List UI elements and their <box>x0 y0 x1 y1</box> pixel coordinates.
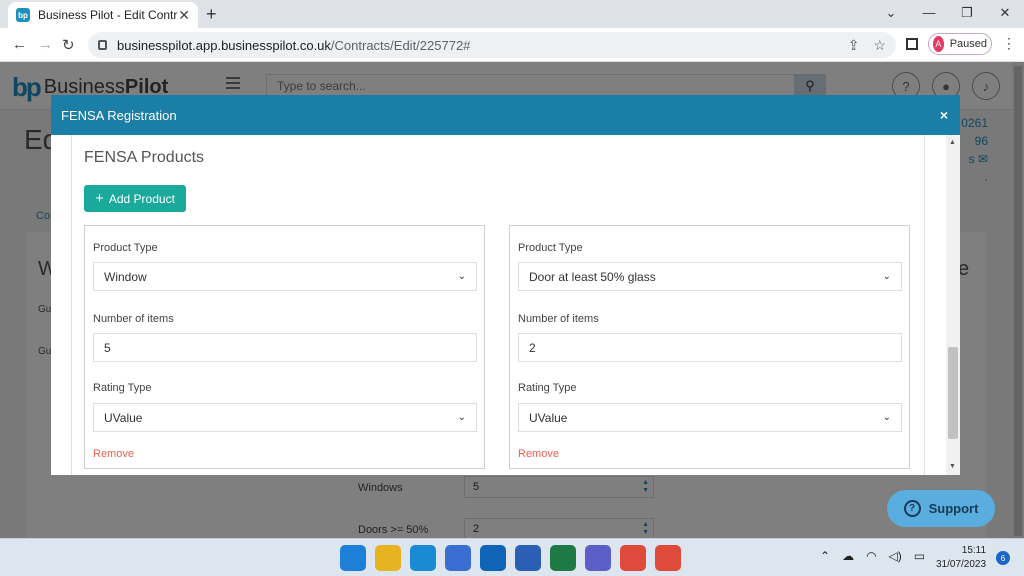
remove-product-link[interactable]: Remove <box>93 448 134 460</box>
tab-title: Business Pilot - Edit Contract <box>38 8 179 22</box>
battery-icon[interactable]: ▭ <box>914 549 925 563</box>
windows-taskbar: ⌃ ☁ ◠ ◁) ▭ 15:11 31/07/2023 6 <box>0 538 1024 576</box>
lock-icon[interactable] <box>98 40 107 50</box>
business-pilot-favicon-icon: bp <box>16 8 30 22</box>
modal-scrollbar[interactable]: ▲ ▼ <box>946 135 960 475</box>
back-arrow-icon[interactable]: ← <box>12 36 27 53</box>
teams-icon[interactable] <box>585 545 611 571</box>
product-card: Product Type Window ⌄ Number of items 5 R… <box>84 225 485 469</box>
windows-start-icon[interactable] <box>340 545 366 571</box>
word-icon[interactable] <box>515 545 541 571</box>
cloud-icon[interactable]: ☁ <box>842 549 854 563</box>
window-controls: ⌄ — ❐ ✕ <box>872 0 1024 28</box>
time: 15:11 <box>961 545 987 556</box>
rating-type-label: Rating Type <box>93 382 152 394</box>
share-icon[interactable]: ⇪ <box>848 37 860 54</box>
wifi-icon[interactable]: ◠ <box>866 549 876 563</box>
forward-arrow-icon[interactable]: → <box>38 36 53 53</box>
chevron-down-icon: ⌄ <box>882 412 891 423</box>
section-title: FENSA Products <box>84 149 205 166</box>
new-tab-button[interactable]: + <box>206 4 217 25</box>
number-of-items-input[interactable]: 5 <box>93 333 477 362</box>
support-button[interactable]: ? Support <box>887 490 995 527</box>
volume-icon[interactable]: ◁) <box>889 549 902 563</box>
profile-avatar: A <box>933 36 944 52</box>
edge-icon[interactable] <box>410 545 436 571</box>
scroll-down-icon[interactable]: ▼ <box>949 463 956 470</box>
omnibox[interactable]: businesspilot.app.businesspilot.co.uk/Co… <box>88 32 896 58</box>
chrome-profile-icon[interactable] <box>655 545 681 571</box>
fensa-registration-modal: FENSA Registration × FENSA Products + Ad… <box>51 95 960 475</box>
close-window-button[interactable]: ✕ <box>986 0 1024 28</box>
chevron-down-icon: ⌄ <box>457 412 466 423</box>
outlook-icon[interactable] <box>480 545 506 571</box>
modal-title: FENSA Registration <box>61 107 177 123</box>
fensa-products-section: FENSA Products + Add Product Product Typ… <box>71 135 925 475</box>
product-type-label: Product Type <box>93 242 158 254</box>
remove-product-link[interactable]: Remove <box>518 448 559 460</box>
help-circle-icon: ? <box>903 500 921 517</box>
product-type-select[interactable]: Door at least 50% glass ⌄ <box>518 262 902 291</box>
rating-type-select[interactable]: UValue ⌄ <box>93 403 477 432</box>
reload-icon[interactable]: ↻ <box>62 36 75 54</box>
modal-header: FENSA Registration × <box>51 95 960 135</box>
restore-button[interactable]: ❐ <box>948 0 986 28</box>
chevron-down-icon: ⌄ <box>882 271 891 282</box>
items-label: Number of items <box>518 313 599 325</box>
profile-status: Paused <box>949 38 987 50</box>
chrome-icon[interactable] <box>620 545 646 571</box>
product-card: Product Type Door at least 50% glass ⌄ Nu… <box>509 225 910 469</box>
scrollbar-thumb[interactable] <box>948 347 958 439</box>
number-of-items-input[interactable]: 2 <box>518 333 902 362</box>
close-tab-icon[interactable]: ✕ <box>178 7 190 24</box>
profile-button[interactable]: A Paused <box>928 33 992 55</box>
chevron-up-icon[interactable]: ⌃ <box>820 549 830 563</box>
rating-type-label: Rating Type <box>518 382 577 394</box>
notification-badge[interactable]: 6 <box>996 551 1010 565</box>
url-text[interactable]: businesspilot.app.businesspilot.co.uk/Co… <box>117 38 834 53</box>
date: 31/07/2023 <box>936 559 987 570</box>
browser-tab-bar: bp Business Pilot - Edit Contract ✕ + ⌄ … <box>0 0 1024 28</box>
browser-tab[interactable]: bp Business Pilot - Edit Contract ✕ <box>8 2 198 28</box>
modal-body: FENSA Products + Add Product Product Typ… <box>51 135 960 475</box>
taskbar-apps <box>340 545 690 571</box>
store-icon[interactable] <box>445 545 471 571</box>
side-panel-icon[interactable] <box>906 38 918 50</box>
file-explorer-icon[interactable] <box>375 545 401 571</box>
browser-menu-icon[interactable]: ⋮ <box>1002 35 1016 52</box>
close-icon[interactable]: × <box>940 107 948 123</box>
tab-search-icon[interactable]: ⌄ <box>872 0 910 28</box>
product-type-label: Product Type <box>518 242 583 254</box>
minimize-button[interactable]: — <box>910 0 948 28</box>
scroll-up-icon[interactable]: ▲ <box>949 139 956 146</box>
add-product-button[interactable]: + Add Product <box>84 185 186 212</box>
rating-type-select[interactable]: UValue ⌄ <box>518 403 902 432</box>
plus-icon: + <box>95 190 104 207</box>
system-tray: ⌃ ☁ ◠ ◁) ▭ <box>820 549 937 563</box>
excel-icon[interactable] <box>550 545 576 571</box>
items-label: Number of items <box>93 313 174 325</box>
clock[interactable]: 15:11 31/07/2023 <box>936 544 986 572</box>
product-type-select[interactable]: Window ⌄ <box>93 262 477 291</box>
chevron-down-icon: ⌄ <box>457 271 466 282</box>
bookmark-star-icon[interactable]: ☆ <box>873 37 886 54</box>
address-bar-row: ← → ↻ businesspilot.app.businesspilot.co… <box>0 28 1024 62</box>
